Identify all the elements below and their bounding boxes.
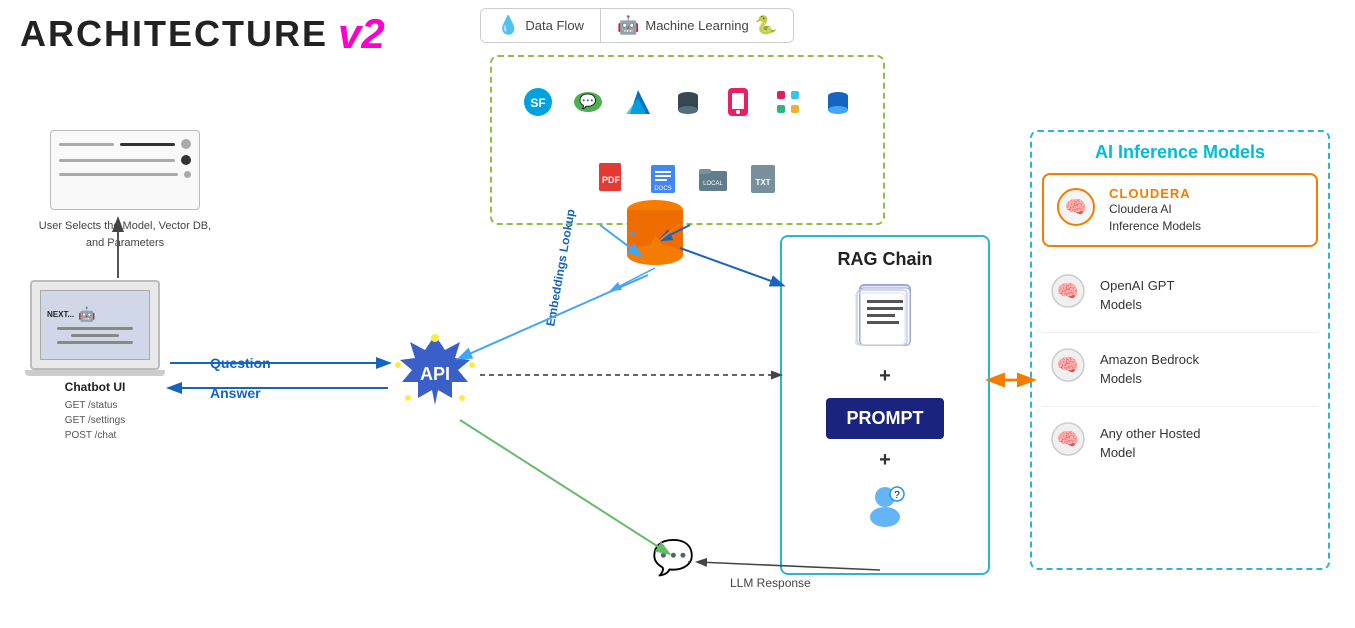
selector-dot-3 (184, 171, 191, 178)
svg-text:LOCAL: LOCAL (703, 181, 723, 187)
endpoint-settings: GET /settings (65, 413, 125, 428)
tab-dataflow[interactable]: 💧 Data Flow (481, 9, 601, 42)
rag-chain-box: RAG Chain + PROMPT + (780, 235, 990, 575)
bedrock-brain-icon: 🧠 (1048, 345, 1088, 394)
endpoint-status: GET /status (65, 398, 125, 413)
svg-text:TXT: TXT (755, 178, 770, 187)
docs-icon: DOCS (642, 158, 684, 200)
svg-text:🧠: 🧠 (1057, 355, 1079, 375)
other-model-label: Any other HostedModel (1100, 425, 1200, 461)
chatbot-endpoints: GET /status GET /settings POST /chat (65, 398, 125, 443)
top-tabs: 💧 Data Flow 🤖 Machine Learning 🐍 (480, 8, 794, 43)
screen-line-2 (71, 334, 119, 337)
architecture-title: ARCHITECTURE (20, 13, 328, 55)
other-brain-icon: 🧠 (1048, 419, 1088, 468)
title-area: ARCHITECTURE v2 (20, 10, 385, 58)
laptop-base (25, 370, 165, 376)
svg-text:💬: 💬 (579, 93, 597, 110)
bedrock-row: 🧠 Amazon BedrockModels (1042, 333, 1318, 407)
selector-caption: User Selects the Model, Vector DB, and P… (30, 218, 220, 251)
screen-line-3 (57, 341, 134, 344)
selector-line-3 (59, 159, 175, 162)
rag-document-icon (855, 280, 915, 355)
embeddings-label: Embeddings Lookup (543, 208, 579, 328)
selector-box (50, 130, 200, 210)
openai-brain-icon: 🧠 (1048, 271, 1088, 320)
phone-icon (717, 81, 759, 123)
laptop-screen-content: NEXT... 🤖 (47, 306, 143, 323)
svg-text:⇔: ⇔ (625, 224, 639, 240)
main-container: ARCHITECTURE v2 💧 Data Flow 🤖 Machine Le… (0, 0, 1355, 628)
wechat-icon: 💬 (567, 81, 609, 123)
screen-line-1 (57, 327, 134, 330)
laptop-frame: NEXT... 🤖 (30, 280, 160, 370)
api-hub: API (390, 330, 480, 420)
rag-plus-2: + (879, 449, 891, 472)
svg-text:DOCS: DOCS (654, 186, 671, 192)
bedrock-model-label: Amazon BedrockModels (1100, 351, 1199, 387)
api-blob-svg: API (390, 330, 480, 420)
brain-tab-icon: 🤖 (617, 15, 639, 36)
cloudera-desc: Cloudera AIInference Models (1109, 201, 1201, 235)
selector-row-2 (59, 155, 191, 165)
svg-text:PDF: PDF (602, 175, 621, 185)
ai-inference-box: AI Inference Models 🧠 CLOUDERA Cloudera … (1030, 130, 1330, 570)
pdf-icon: PDF (592, 158, 634, 200)
api-blob-container: API (390, 330, 480, 420)
vector-db: ⇔ (620, 195, 690, 280)
selector-row-3 (59, 171, 191, 178)
selector-dot-2 (181, 155, 191, 165)
selector-row-1 (59, 139, 191, 149)
rag-title: RAG Chain (837, 249, 932, 270)
chatbot-ui: NEXT... 🤖 Chatbot UI GET /status GET /se… (25, 280, 165, 443)
nextjs-label: NEXT... (47, 310, 74, 319)
chat-bubble-icon: 💬 (652, 538, 694, 578)
svg-text:API: API (420, 364, 450, 384)
svg-text:?: ? (894, 490, 900, 501)
selector-dot-1 (181, 139, 191, 149)
sql-db-icon (817, 81, 859, 123)
endpoint-chat: POST /chat (65, 428, 125, 443)
cloudera-brain-icon: 🧠 (1054, 185, 1099, 235)
tab-dataflow-label: Data Flow (525, 18, 584, 33)
openai-row: 🧠 OpenAI GPTModels (1042, 259, 1318, 333)
svg-text:🧠: 🧠 (1057, 429, 1079, 449)
cloudera-card: 🧠 CLOUDERA Cloudera AIInference Models (1042, 173, 1318, 247)
azure-icon (617, 81, 659, 123)
question-label: Question (210, 355, 271, 371)
selector-line-1 (59, 143, 114, 146)
txt-icon: TXT (742, 158, 784, 200)
svg-text:🧠: 🧠 (1065, 197, 1087, 217)
selector-line-4 (59, 173, 178, 176)
rag-user-icon: ? (860, 482, 910, 537)
llm-response-label: LLM Response (730, 576, 811, 590)
svg-text:SF: SF (530, 96, 545, 110)
openai-model-label: OpenAI GPTModels (1100, 277, 1174, 313)
selector-line-2 (120, 143, 175, 146)
svg-text:🧠: 🧠 (1057, 281, 1079, 301)
tab-ml[interactable]: 🤖 Machine Learning 🐍 (601, 9, 793, 42)
v2-label: v2 (338, 10, 385, 58)
rag-plus-1: + (879, 365, 891, 388)
cloudera-logo: CLOUDERA (1109, 186, 1201, 201)
salesforce-icon: SF (517, 81, 559, 123)
python-icon: 🐍 (755, 15, 777, 36)
laptop-screen: NEXT... 🤖 (40, 290, 150, 360)
bot-icon: 🤖 (78, 306, 95, 323)
other-model-row: 🧠 Any other HostedModel (1042, 407, 1318, 480)
slack-icon (767, 81, 809, 123)
tab-ml-label: Machine Learning (645, 18, 748, 33)
ai-box-title: AI Inference Models (1042, 142, 1318, 163)
chatbot-label: Chatbot UI (65, 380, 126, 394)
database-dark-icon (667, 81, 709, 123)
prompt-badge: PROMPT (826, 398, 943, 439)
local-folder-icon: LOCAL (692, 158, 734, 200)
answer-label: Answer (210, 385, 261, 401)
droplet-icon: 💧 (497, 15, 519, 36)
cloudera-text: CLOUDERA Cloudera AIInference Models (1109, 186, 1201, 235)
